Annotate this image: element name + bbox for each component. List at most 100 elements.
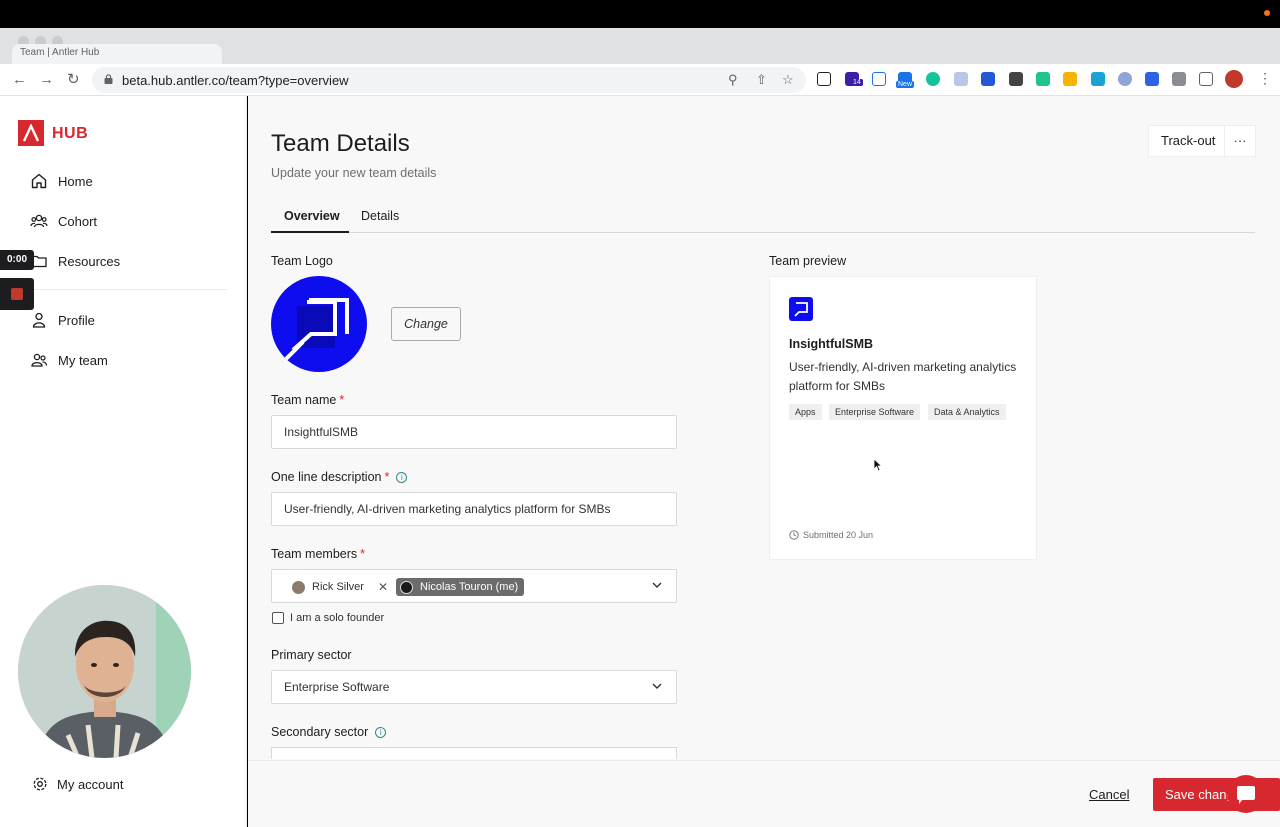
clock-icon [789,530,799,540]
extensions-puzzle-icon[interactable] [1172,72,1186,86]
extension-purple-icon[interactable]: 14 [845,72,863,86]
primary-sector-label: Primary sector [271,648,352,662]
more-options-button[interactable]: ··· [1224,125,1256,157]
primary-sector-select[interactable]: Enterprise Software [271,670,677,704]
gear-icon [33,777,47,791]
share-icon[interactable]: ⇧ [756,72,767,88]
home-icon [31,173,47,189]
preview-submitted-date: Submitted 20 Jun [789,530,873,540]
tab-overview[interactable]: Overview [284,209,340,223]
antler-logo-icon[interactable] [18,120,44,146]
chat-widget-button[interactable] [1227,775,1265,813]
preview-logo-icon [789,297,813,321]
team-logo-label: Team Logo [271,254,333,268]
recording-stop-button[interactable] [0,278,34,310]
extension-new-badge: New [896,81,915,88]
required-mark: * [360,547,366,561]
users-icon [30,214,48,228]
tabs-divider [271,232,1255,233]
preview-tag: Data & Analytics [928,404,1006,420]
extension-new-icon[interactable]: New [896,72,915,88]
sidebar-divider [30,289,228,290]
browser-menu-icon[interactable]: ⋮ [1258,70,1272,87]
remove-member-icon[interactable]: ✕ [378,571,388,602]
extension-badge-count: 14 [851,79,863,86]
secondary-sector-select[interactable] [271,747,677,759]
reload-icon[interactable]: ↻ [67,71,80,89]
hub-logo-text: HUB [52,125,89,142]
preview-tag: Apps [789,404,822,420]
extension-circle-icon[interactable] [1118,72,1132,86]
team-name-label: Team name * [271,393,345,407]
zoom-icon[interactable]: ⚲ [728,72,738,88]
description-label: One line description * i [271,470,408,484]
extension-cb-icon[interactable] [1145,72,1159,86]
address-bar[interactable]: beta.hub.antler.co/team?type=overview ⚲ … [92,67,806,93]
bookmark-star-icon[interactable]: ☆ [782,72,794,88]
preview-description: User-friendly, AI-driven marketing analy… [789,360,1017,393]
info-icon[interactable]: i [375,727,387,738]
side-panel-icon[interactable] [1199,72,1213,86]
description-input[interactable]: User-friendly, AI-driven marketing analy… [271,492,677,526]
sidebar-item-profile[interactable]: Profile [30,308,95,332]
browser-profile-avatar[interactable] [1225,70,1243,88]
secondary-sector-label: Secondary sector i [271,725,387,739]
chat-icon [1237,786,1255,800]
required-mark: * [339,393,345,407]
recording-timer: 0:00 [0,250,34,270]
sidebar-item-label: Resources [58,253,121,269]
chevron-down-icon[interactable] [652,581,662,589]
extension-blue-icon[interactable] [872,72,886,86]
extension-green-icon[interactable] [1036,72,1050,86]
mouse-cursor-icon [873,458,883,472]
track-out-button[interactable]: Track-out [1148,125,1229,157]
info-icon[interactable]: i [396,472,408,483]
avatar [400,580,413,594]
webcam-person-image [18,585,191,758]
lock-icon [104,74,113,84]
browser-tab[interactable]: Team | Antler Hub [12,44,222,64]
sidebar-item-resources[interactable]: Resources [30,249,120,273]
member-chip: Nicolas Touron (me) [396,578,525,596]
team-preview-card: InsightfulSMB User-friendly, AI-driven m… [769,276,1037,560]
stop-icon [11,288,23,300]
sidebar-item-label: Profile [58,312,95,328]
team-preview-label: Team preview [769,254,847,268]
solo-founder-checkbox[interactable] [272,612,284,624]
page-title: Team Details [271,130,410,157]
browser-tab-strip: Team | Antler Hub [0,28,1280,64]
team-logo-image [271,276,367,372]
extension-triangle-icon[interactable] [1091,72,1105,86]
required-mark: * [384,470,390,484]
extension-navy-icon[interactable] [981,72,995,86]
sidebar-item-label: My team [58,352,108,368]
extension-tool-icon[interactable] [1009,72,1023,86]
my-account-link[interactable]: My account [32,776,123,792]
sidebar-item-home[interactable]: Home [30,169,93,193]
tab-details[interactable]: Details [361,209,399,223]
team-name-input[interactable]: InsightfulSMB [271,415,677,449]
page-subtitle: Update your new team details [271,166,437,180]
url-text: beta.hub.antler.co/team?type=overview [122,73,349,88]
extension-dots-icon[interactable] [954,72,968,86]
grammarly-extension-icon[interactable] [926,72,940,86]
cancel-button[interactable]: Cancel [1089,787,1129,802]
sidebar-item-my-team[interactable]: My team [30,348,108,372]
notion-extension-icon[interactable] [817,72,831,86]
webcam-bubble[interactable] [18,585,191,758]
main-content: Team Details Update your new team detail… [248,96,1280,827]
sidebar-item-label: Home [58,173,93,189]
recording-indicator-icon [1264,10,1270,16]
team-members-select[interactable]: Rick Silver ✕ Nicolas Touron (me) [271,569,677,603]
sidebar-item-label: Cohort [58,213,98,229]
preview-team-name: InsightfulSMB [789,337,874,351]
back-arrow-icon[interactable]: ← [12,71,27,89]
change-logo-button[interactable]: Change [391,307,461,341]
screen-top-bar [0,0,1280,28]
solo-founder-label: I am a solo founder [290,612,385,624]
preview-tag: Enterprise Software [829,404,921,420]
sidebar-item-cohort[interactable]: Cohort [30,209,97,233]
team-members-label: Team members * [271,547,366,561]
forward-arrow-icon[interactable]: → [39,71,54,89]
extension-yellow-icon[interactable] [1063,72,1077,86]
